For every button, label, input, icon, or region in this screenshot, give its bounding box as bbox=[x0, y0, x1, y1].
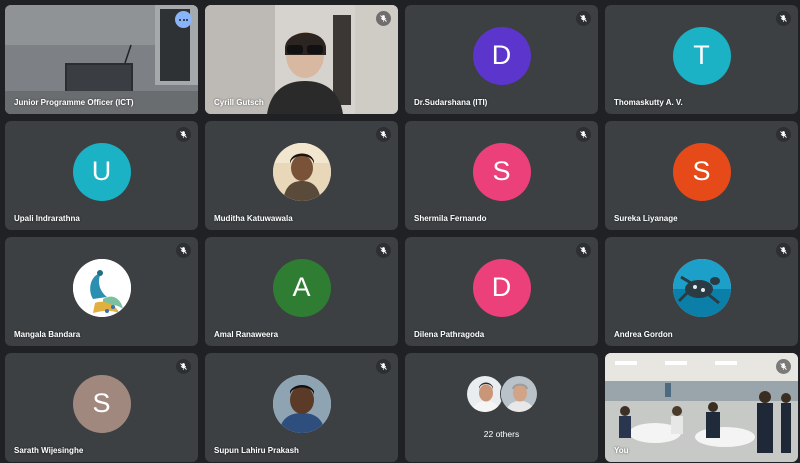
avatar bbox=[272, 374, 331, 433]
others-tile[interactable]: 22 others bbox=[405, 353, 598, 462]
participant-name: Sarath Wijesinghe bbox=[14, 446, 84, 455]
mic-off-icon bbox=[376, 359, 391, 374]
participant-tile-sureka-liyanage[interactable]: S Sureka Liyanage bbox=[605, 121, 798, 230]
participant-tile-upali-indrarathna[interactable]: U Upali Indrarathna bbox=[5, 121, 198, 230]
more-options-icon[interactable] bbox=[175, 11, 192, 28]
participant-name: Andrea Gordon bbox=[614, 330, 673, 339]
participant-tile-dilena-pathragoda[interactable]: D Dilena Pathragoda bbox=[405, 237, 598, 346]
avatar: S bbox=[472, 142, 531, 201]
participant-tile-shermila-fernando[interactable]: S Shermila Fernando bbox=[405, 121, 598, 230]
avatar: S bbox=[72, 374, 131, 433]
participant-tile-dr-sudarshana[interactable]: D Dr.Sudarshana (ITI) bbox=[405, 5, 598, 114]
participant-tile-amal-ranaweera[interactable]: A Amal Ranaweera bbox=[205, 237, 398, 346]
participant-name: Thomaskutty A. V. bbox=[614, 98, 683, 107]
avatar bbox=[465, 375, 504, 413]
mic-off-icon bbox=[576, 243, 591, 258]
participant-name: Supun Lahiru Prakash bbox=[214, 446, 299, 455]
avatar: D bbox=[472, 26, 531, 85]
avatar: U bbox=[72, 142, 131, 201]
participant-tile-andrea-gordon[interactable]: Andrea Gordon bbox=[605, 237, 798, 346]
participant-name: Upali Indrarathna bbox=[14, 214, 80, 223]
mic-off-icon bbox=[776, 127, 791, 142]
participant-grid: Junior Programme Officer (ICT) Cyrill Gu… bbox=[0, 0, 800, 463]
mic-off-icon bbox=[376, 127, 391, 142]
avatar: S bbox=[672, 142, 731, 201]
others-count-label: 22 others bbox=[483, 429, 520, 439]
avatar bbox=[272, 142, 331, 201]
others-avatars bbox=[405, 375, 598, 413]
participant-name: Sureka Liyanage bbox=[614, 214, 678, 223]
mic-off-icon bbox=[776, 243, 791, 258]
mic-off-icon bbox=[176, 359, 191, 374]
mic-off-icon bbox=[776, 359, 791, 374]
participant-name: Shermila Fernando bbox=[414, 214, 487, 223]
mic-off-icon bbox=[776, 11, 791, 26]
avatar: A bbox=[272, 258, 331, 317]
participant-name: Dilena Pathragoda bbox=[414, 330, 485, 339]
participant-tile-thomaskutty[interactable]: T Thomaskutty A. V. bbox=[605, 5, 798, 114]
mic-off-icon bbox=[376, 11, 391, 26]
avatar bbox=[499, 375, 538, 413]
participant-name: Dr.Sudarshana (ITI) bbox=[414, 98, 488, 107]
participant-tile-cyrill-gutsch[interactable]: Cyrill Gutsch bbox=[205, 5, 398, 114]
participant-video bbox=[605, 353, 798, 462]
participant-name: You bbox=[614, 446, 629, 455]
participant-name: Mangala Bandara bbox=[14, 330, 81, 339]
mic-off-icon bbox=[176, 127, 191, 142]
participant-tile-you[interactable]: You bbox=[605, 353, 798, 462]
avatar: T bbox=[672, 26, 731, 85]
mic-off-icon bbox=[376, 243, 391, 258]
mic-off-icon bbox=[576, 11, 591, 26]
participant-tile-supun-lahiru-prakash[interactable]: Supun Lahiru Prakash bbox=[205, 353, 398, 462]
avatar bbox=[72, 258, 131, 317]
participant-tile-mangala-bandara[interactable]: Mangala Bandara bbox=[5, 237, 198, 346]
avatar: D bbox=[472, 258, 531, 317]
participant-name: Cyrill Gutsch bbox=[214, 98, 264, 107]
avatar bbox=[672, 258, 731, 317]
participant-tile-sarath-wijesinghe[interactable]: S Sarath Wijesinghe bbox=[5, 353, 198, 462]
mic-off-icon bbox=[576, 127, 591, 142]
participant-name: Amal Ranaweera bbox=[214, 330, 279, 339]
participant-tile-junior-programme-officer[interactable]: Junior Programme Officer (ICT) bbox=[5, 5, 198, 114]
participant-name: Junior Programme Officer (ICT) bbox=[14, 98, 134, 107]
participant-tile-muditha-katuwawala[interactable]: Muditha Katuwawala bbox=[205, 121, 398, 230]
participant-name: Muditha Katuwawala bbox=[214, 214, 293, 223]
mic-off-icon bbox=[176, 243, 191, 258]
